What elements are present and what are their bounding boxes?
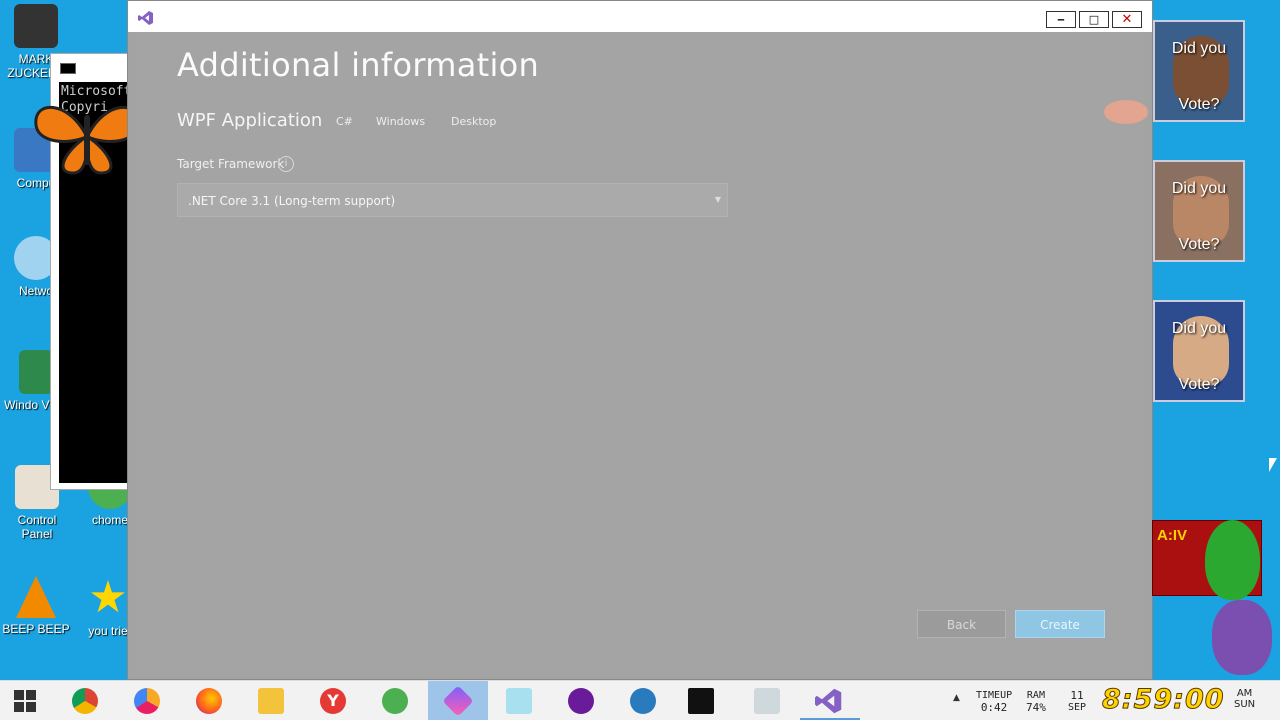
taskbar-prism-app[interactable] (428, 681, 488, 720)
tag-language: C# (336, 115, 353, 128)
close-button[interactable]: ✕ (1112, 11, 1142, 28)
file-explorer-icon (258, 688, 284, 714)
cmd-icon (688, 688, 714, 714)
chevron-down-icon: ▼ (714, 195, 721, 204)
back-button[interactable]: Back (917, 610, 1006, 638)
am-pm-weekday: AM SUN (1234, 688, 1255, 710)
downloader-icon (754, 688, 780, 714)
target-framework-dropdown[interactable]: .NET Core 3.1 (Long-term support) ▼ (177, 183, 728, 217)
star-icon: ★ (88, 573, 128, 622)
taskbar-downloader[interactable] (750, 685, 784, 717)
recycle-bin-icon (19, 350, 53, 394)
vlc-cone-icon (16, 576, 56, 618)
date-readout[interactable]: 11 SEP (1068, 690, 1086, 720)
desktop-icon-label: you trie (88, 624, 128, 638)
desktop-icon-label: BEEP BEEP (2, 622, 70, 636)
ram-value: 74% (1026, 701, 1046, 714)
vote-widget[interactable]: Did you Vote? (1153, 160, 1245, 262)
info-icon[interactable]: i (278, 156, 294, 172)
ram-readout: RAM 74% (1026, 690, 1046, 720)
bluestacks-icon (630, 688, 656, 714)
console-title-bar[interactable] (51, 54, 129, 82)
yahoo-messenger-icon (568, 688, 594, 714)
vote-widget-top-text: Did you (1171, 320, 1227, 337)
vote-widget-bottom-text: Vote? (1178, 236, 1220, 253)
desktop-icon-label: chome (91, 513, 129, 527)
folder-icon (506, 688, 532, 714)
taskbar-cmd[interactable] (684, 685, 718, 717)
start-button[interactable] (8, 685, 42, 717)
chrome-icon (72, 688, 98, 714)
taskbar-yandex[interactable]: Y (316, 685, 350, 717)
maximize-button[interactable]: □ (1079, 11, 1109, 28)
taskbar-bluestacks[interactable] (626, 685, 660, 717)
minimize-icon: ‒ (1057, 13, 1065, 26)
yandex-icon: Y (320, 688, 346, 714)
target-framework-value: .NET Core 3.1 (Long-term support) (188, 194, 396, 208)
minimize-button[interactable]: ‒ (1046, 11, 1076, 28)
taskbar: Y ▲ TIMEUP 0:42 RAM 74% 11 SEP 8:59:00 A… (0, 680, 1280, 720)
page-title: Additional information (177, 46, 540, 84)
close-icon: ✕ (1121, 12, 1133, 27)
visual-studio-logo-icon (138, 11, 153, 25)
tag-platform: Windows (376, 115, 426, 128)
date-month: SEP (1068, 702, 1087, 713)
firefox-icon (196, 688, 222, 714)
taskbar-chrome[interactable] (68, 685, 102, 717)
taskbar-file-explorer[interactable] (254, 685, 288, 717)
taskbar-folder[interactable] (502, 685, 536, 717)
ccleaner-icon (382, 688, 408, 714)
bonzi-buddy-icon (1212, 600, 1272, 675)
vote-widget[interactable]: Did you Vote? (1153, 20, 1245, 122)
timeup-readout: TIMEUP 0:42 (976, 690, 1012, 720)
visual-studio-icon (815, 688, 842, 714)
cmd-icon (60, 63, 76, 74)
windows-start-icon (14, 690, 36, 712)
show-hidden-icons-button[interactable]: ▲ (953, 693, 960, 703)
project-type-name: WPF Application (177, 110, 323, 131)
maximize-icon: □ (1088, 13, 1100, 26)
mouse-cursor (1269, 458, 1277, 472)
parrot-icon (1205, 520, 1260, 600)
visual-studio-window[interactable]: ‒ □ ✕ Additional information WPF Applica… (127, 0, 1153, 680)
vote-widget-top-text: Did you (1171, 40, 1227, 57)
dialog-content: Additional information WPF Application C… (136, 32, 1144, 671)
date-day: 11 (1070, 689, 1084, 702)
timeup-value: 0:42 (980, 701, 1008, 714)
taskbar-chrome-canary[interactable] (130, 685, 164, 717)
create-button[interactable]: Create (1015, 610, 1105, 638)
desktop-icon-beep-beep[interactable]: BEEP BEEP (0, 576, 72, 636)
target-framework-label: Target Framework (177, 157, 285, 171)
taskbar-clock[interactable]: 8:59:00 (1102, 684, 1225, 716)
prism-app-icon (442, 685, 474, 717)
vote-widget-top-text: Did you (1171, 180, 1227, 197)
vote-widget[interactable]: Did you Vote? (1153, 300, 1245, 402)
weekday: SUN (1234, 699, 1256, 710)
person-icon (14, 4, 58, 48)
taskbar-firefox[interactable] (192, 685, 226, 717)
leaf-decoration (1104, 100, 1148, 124)
desktop-icon-label: Netwo (18, 284, 53, 298)
am-pm: AM (1236, 688, 1253, 699)
vote-widget-bottom-text: Vote? (1178, 96, 1220, 113)
chrome-canary-icon (134, 688, 160, 714)
desktop-icon-label: Control Panel (17, 513, 57, 541)
taskbar-visual-studio[interactable] (812, 685, 846, 717)
tag-project-type: Desktop (451, 115, 497, 128)
title-bar[interactable]: ‒ □ ✕ (128, 1, 1152, 32)
taskbar-yahoo-messenger[interactable] (564, 685, 598, 717)
taskbar-ccleaner[interactable] (378, 685, 412, 717)
vote-widget-bottom-text: Vote? (1178, 376, 1220, 393)
